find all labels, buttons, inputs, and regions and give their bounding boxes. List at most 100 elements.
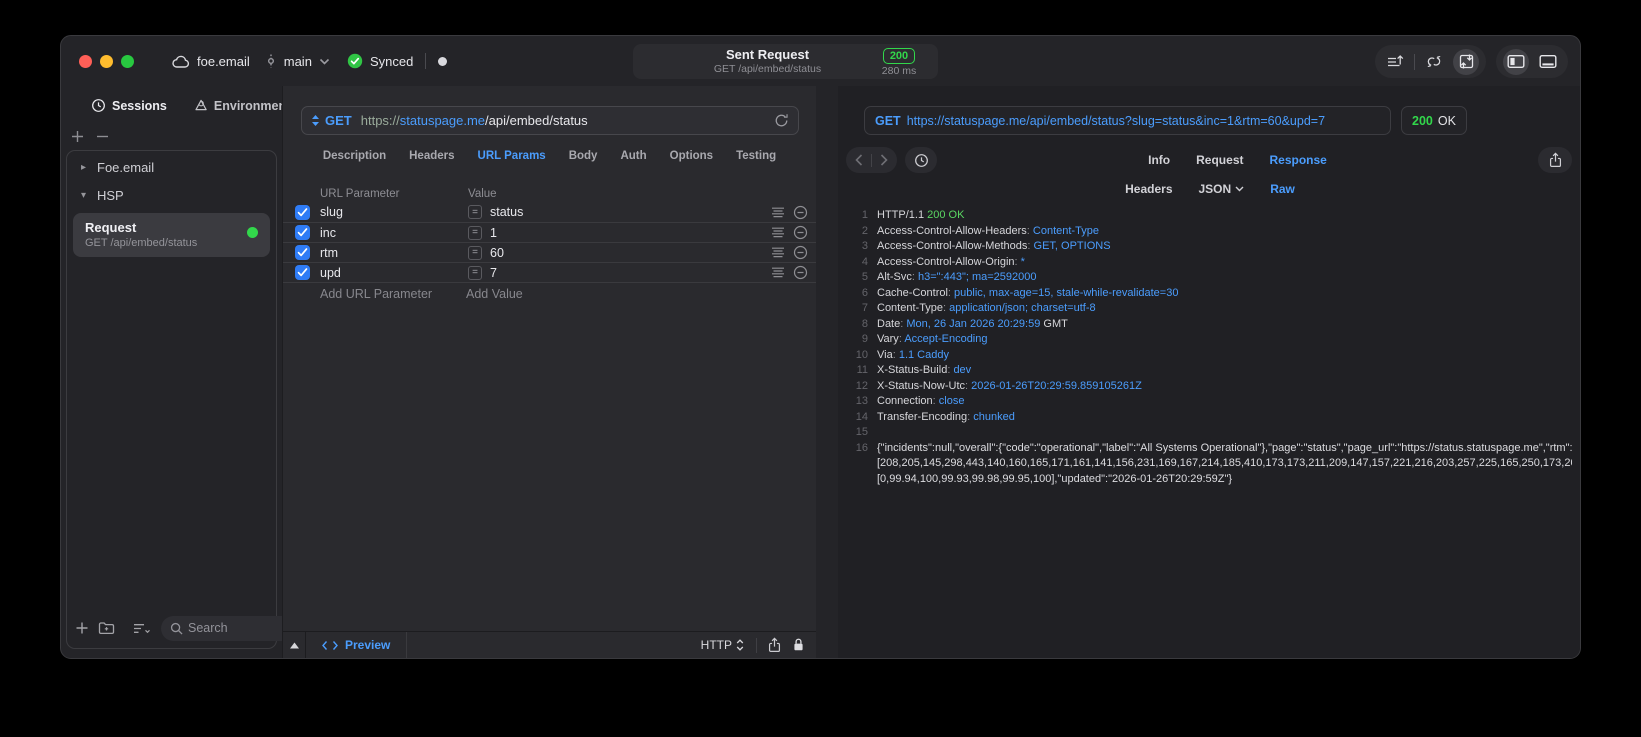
chevron-down-icon[interactable]: ▾ (81, 190, 90, 201)
line-content: Access-Control-Allow-Origin: * (877, 255, 1025, 268)
tree-group-foe-email[interactable]: ▸ Foe.email (67, 151, 276, 179)
line-number: 2 (861, 224, 868, 237)
collapse-panel-button[interactable] (283, 632, 306, 658)
line-number: 5 (861, 271, 868, 283)
add-param-name-placeholder[interactable]: Add URL Parameter (283, 287, 466, 301)
param-name-field[interactable]: upd (310, 266, 468, 280)
add-session-button[interactable] (71, 130, 84, 143)
lock-icon[interactable] (792, 637, 805, 653)
line-content: Alt-Svc: h3=":443"; ma=2592000 (877, 271, 1037, 283)
url-path[interactable]: /api/embed/status (485, 113, 588, 128)
param-value-field[interactable]: status (482, 205, 771, 219)
remove-param-button[interactable] (793, 225, 808, 240)
preview-button[interactable]: Preview (306, 632, 408, 658)
equals-icon: = (468, 245, 482, 260)
param-checkbox[interactable] (295, 204, 310, 220)
export-response-button[interactable] (1538, 147, 1572, 173)
tab-description[interactable]: Description (323, 150, 386, 162)
request-method[interactable]: GET (325, 113, 352, 128)
remove-param-button[interactable] (793, 205, 808, 220)
sync-status-label[interactable]: Synced (370, 54, 413, 69)
remove-param-button[interactable] (793, 265, 808, 280)
param-value-field[interactable]: 7 (482, 266, 771, 280)
url-scheme[interactable]: https:// (361, 113, 400, 128)
back-chevron-icon[interactable] (855, 154, 863, 166)
drag-handle-icon[interactable] (771, 247, 785, 258)
drag-handle-icon[interactable] (771, 227, 785, 238)
protocol-label: HTTP (700, 638, 732, 652)
equals-icon: = (468, 265, 482, 280)
share-icon[interactable] (768, 637, 781, 653)
request-url-bar[interactable]: GET https://statuspage.me/api/embed/stat… (301, 106, 799, 135)
close-window-button[interactable] (79, 55, 92, 68)
resend-request-button[interactable] (774, 113, 789, 128)
param-checkbox[interactable] (295, 265, 310, 280)
toggle-bottom-panel-button[interactable] (1535, 49, 1561, 75)
param-checkbox[interactable] (295, 225, 310, 240)
tab-options[interactable]: Options (670, 150, 713, 162)
param-name-field[interactable]: rtm (310, 246, 468, 260)
sort-filter-button[interactable] (133, 622, 152, 635)
tab-url-params[interactable]: URL Params (478, 150, 546, 162)
drag-handle-icon[interactable] (771, 207, 785, 218)
drag-handle-icon[interactable] (771, 267, 785, 278)
request-response-toggle-button[interactable] (1453, 48, 1479, 75)
param-name-field[interactable]: slug (310, 205, 468, 219)
tree-group-hsp[interactable]: ▾ HSP (67, 179, 276, 207)
new-folder-button[interactable] (98, 621, 115, 635)
sessions-list: ▸ Foe.email ▾ HSP Request GET /api/embed… (66, 150, 358, 649)
session-dot-icon[interactable] (438, 56, 448, 66)
param-value-field[interactable]: 60 (482, 246, 771, 260)
line-number: 6 (861, 286, 868, 299)
line-content: Connection: close (877, 395, 965, 407)
sidebar-item-request[interactable]: Request GET /api/embed/status (73, 213, 270, 257)
param-row: upd = 7 (283, 262, 816, 282)
request-status-dot (247, 227, 258, 238)
tab-info[interactable]: Info (1148, 153, 1170, 167)
tab-testing[interactable]: Testing (736, 150, 776, 162)
tab-body[interactable]: Body (569, 150, 598, 162)
add-param-row[interactable]: Add URL Parameter Add Value (283, 282, 816, 304)
tab-auth[interactable]: Auth (620, 150, 646, 162)
remove-param-button[interactable] (793, 245, 808, 260)
response-url-box[interactable]: GET https://statuspage.me/api/embed/stat… (864, 106, 1391, 135)
url-host[interactable]: statuspage.me (400, 113, 485, 128)
add-param-value-placeholder[interactable]: Add Value (466, 287, 523, 301)
sent-request-toolbar[interactable]: Sent Request GET /api/embed/status 200 2… (633, 44, 938, 79)
tab-sessions[interactable]: Sessions (91, 98, 167, 113)
forward-chevron-icon[interactable] (880, 154, 888, 166)
toolbar-separator (1414, 53, 1415, 70)
project-name[interactable]: foe.email (197, 54, 250, 69)
export-request-button[interactable] (1382, 49, 1408, 75)
subtab-raw[interactable]: Raw (1270, 182, 1295, 196)
method-selector-icon[interactable] (311, 114, 320, 127)
param-name-field[interactable]: inc (310, 226, 468, 240)
request-editor-panel: GET https://statuspage.me/api/embed/stat… (282, 86, 816, 658)
tree-group-label: Foe.email (97, 160, 155, 175)
response-line: 3 Access-Control-Allow-Methods: GET, OPTI… (846, 239, 1572, 255)
line-number: 7 (861, 302, 868, 314)
toggle-sidebar-button[interactable] (1503, 48, 1529, 75)
response-panel: GET https://statuspage.me/api/embed/stat… (838, 86, 1580, 658)
screen: foe.email main Synced Sent Request GET /… (0, 0, 1641, 737)
minimize-window-button[interactable] (100, 55, 113, 68)
protocol-selector[interactable]: HTTP (701, 638, 744, 652)
chevron-down-icon[interactable] (319, 58, 330, 65)
chevron-right-icon[interactable]: ▸ (81, 162, 90, 173)
param-value-field[interactable]: 1 (482, 226, 771, 240)
sent-request-summary: Sent Request GET /api/embed/status (633, 47, 868, 75)
branch-name[interactable]: main (284, 54, 312, 69)
tab-headers[interactable]: Headers (409, 150, 454, 162)
tab-request[interactable]: Request (1196, 153, 1243, 167)
dynamic-values-button[interactable] (1421, 49, 1447, 75)
exchange-history-button[interactable] (905, 147, 937, 173)
param-checkbox[interactable] (295, 245, 310, 260)
new-request-button[interactable] (75, 621, 89, 635)
subtab-headers-label: Headers (1125, 182, 1173, 196)
remove-session-button[interactable] (96, 130, 109, 143)
zoom-window-button[interactable] (121, 55, 134, 68)
subtab-json-dropdown[interactable]: JSON (1199, 182, 1245, 196)
url-params-header: URL Parameter Value (283, 186, 816, 202)
subtab-headers[interactable]: Headers (1125, 182, 1172, 196)
tab-response[interactable]: Response (1269, 153, 1326, 167)
